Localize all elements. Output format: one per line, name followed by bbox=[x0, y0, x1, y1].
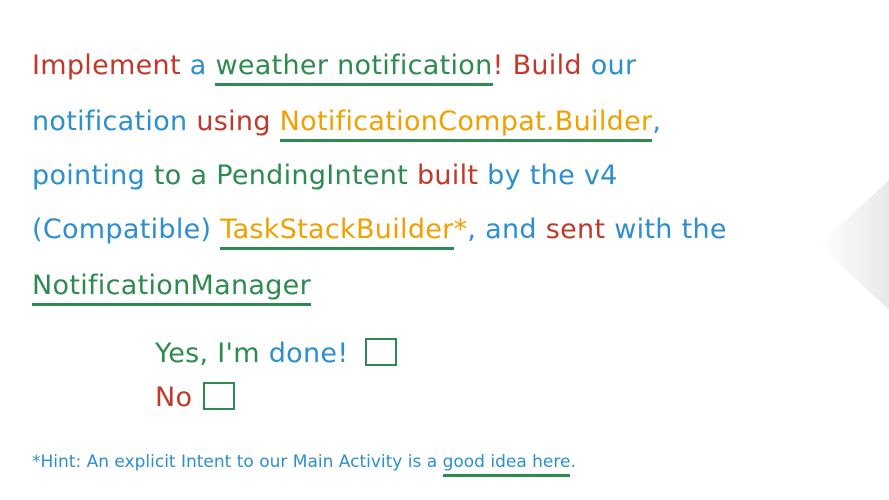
word-a: a bbox=[189, 50, 207, 81]
hint-period: . bbox=[570, 452, 576, 472]
word-using: using bbox=[196, 106, 271, 137]
hint-main: *Hint: An explicit Intent to our Main Ac… bbox=[32, 452, 438, 472]
word-implement: Implement bbox=[32, 50, 181, 81]
option-no-label: No bbox=[155, 382, 193, 413]
option-yes[interactable]: Yes, I'm done! bbox=[155, 338, 398, 369]
word-notificationmanager: NotificationManager bbox=[32, 270, 311, 306]
text-line-3: pointing to a PendingIntent built by the… bbox=[32, 160, 618, 191]
word-notification: notification bbox=[32, 106, 188, 137]
hint-good-idea: good idea here bbox=[442, 452, 571, 477]
word-v4: v4 bbox=[583, 160, 618, 191]
word-our: our bbox=[590, 50, 637, 81]
word-and: , and bbox=[467, 214, 537, 245]
word-by-the: by the bbox=[487, 160, 575, 191]
page-shadow bbox=[819, 180, 889, 310]
text-line-4: (Compatible) TaskStackBuilder*, and sent… bbox=[32, 214, 727, 250]
text-line-2: notification using NotificationCompat.Bu… bbox=[32, 106, 662, 142]
word-weather-notification: weather notification bbox=[215, 50, 493, 86]
option-yes-label: Yes, I'm bbox=[155, 338, 260, 369]
word-with-the: with the bbox=[614, 214, 727, 245]
option-no[interactable]: No bbox=[155, 382, 236, 413]
option-yes-done: done! bbox=[268, 338, 349, 369]
no-checkbox[interactable] bbox=[203, 382, 236, 410]
word-sent: sent bbox=[545, 214, 606, 245]
word-to-a: to a bbox=[153, 160, 208, 191]
word-notificationcompat-builder: NotificationCompat.Builder bbox=[279, 106, 653, 142]
word-pendingintent: PendingIntent bbox=[216, 160, 409, 191]
asterisk: * bbox=[453, 214, 468, 245]
word-taskstackbuilder: TaskStackBuilder bbox=[220, 214, 454, 250]
hint-text: *Hint: An explicit Intent to our Main Ac… bbox=[32, 452, 576, 477]
word-build: Build bbox=[512, 50, 582, 81]
yes-checkbox[interactable] bbox=[365, 338, 398, 366]
text-line-5: NotificationManager bbox=[32, 270, 311, 306]
exclaim: ! bbox=[492, 50, 504, 81]
word-built: built bbox=[416, 160, 479, 191]
text-line-1: Implement a weather notification! Build … bbox=[32, 50, 637, 86]
word-compatible: (Compatible) bbox=[32, 214, 212, 245]
word-pointing: pointing bbox=[32, 160, 146, 191]
comma: , bbox=[652, 106, 662, 137]
